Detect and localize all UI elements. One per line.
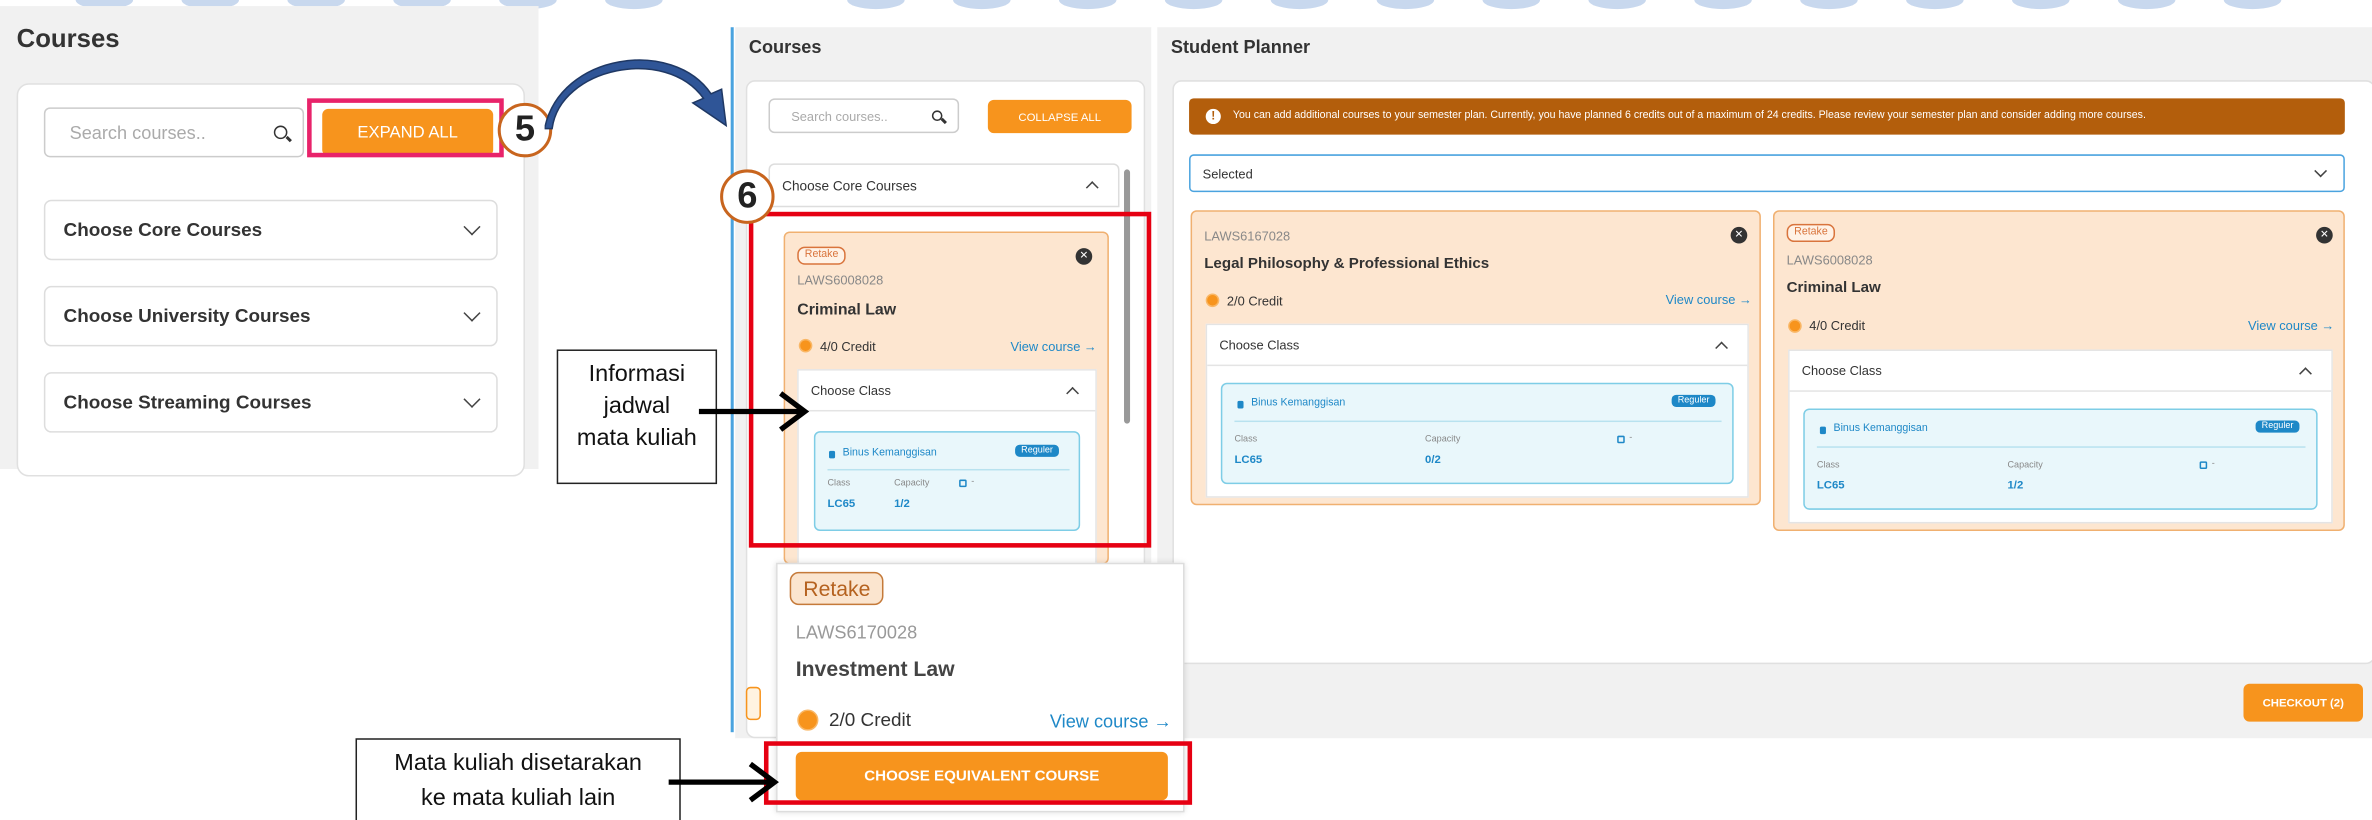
checkout-button[interactable]: CHECKOUT (2) bbox=[2243, 683, 2363, 722]
chevron-down-icon bbox=[463, 304, 481, 322]
view-course-link[interactable]: View course → bbox=[1666, 292, 1752, 307]
chevron-down-icon bbox=[463, 390, 481, 408]
left-courses-panel: Courses Search courses.. EXPAND ALL Choo… bbox=[0, 6, 539, 477]
accordion-streaming-courses[interactable]: Choose Streaming Courses bbox=[43, 372, 498, 433]
campus-name: Binus Kemanggisan bbox=[1833, 423, 1928, 435]
class-label: Class bbox=[1816, 461, 1840, 471]
close-icon[interactable]: ✕ bbox=[1730, 226, 1748, 244]
retake-badge: Retake bbox=[1786, 223, 1836, 243]
credit-icon bbox=[1788, 319, 1802, 333]
capacity-value: 0/2 bbox=[1425, 452, 1441, 466]
info-icon: ! bbox=[1205, 108, 1221, 125]
class-label: Class bbox=[1234, 435, 1258, 445]
accordion-core-courses-open[interactable]: Choose Core Courses bbox=[768, 163, 1120, 208]
alert-text: You can add additional courses to your s… bbox=[1232, 110, 2146, 122]
choose-class-section: Choose Class Binus Kemanggisan Reguler C… bbox=[1788, 349, 2333, 524]
search-icon bbox=[273, 125, 288, 140]
course-code: LAWS6008028 bbox=[1786, 252, 1873, 268]
chevron-up-icon bbox=[1085, 181, 1099, 195]
search-placeholder: Search courses.. bbox=[69, 121, 206, 143]
choose-class-label: Choose Class bbox=[1219, 337, 1300, 353]
retake-badge: Retake bbox=[789, 571, 885, 606]
equivalent-annotation-label: Mata kuliah disetarakan ke mata kuliah l… bbox=[355, 738, 681, 820]
curved-arrow bbox=[544, 59, 728, 130]
search-placeholder: Search courses.. bbox=[791, 108, 888, 124]
capacity-value: 1/2 bbox=[2007, 478, 2024, 492]
course-name: Legal Philosophy & Professional Ethics bbox=[1204, 255, 1490, 273]
chevron-up-icon bbox=[2299, 366, 2312, 380]
info-annotation-label: Informasi jadwal mata kuliah bbox=[556, 349, 718, 485]
accordion-core-courses[interactable]: Choose Core Courses bbox=[43, 199, 498, 261]
view-course-link[interactable]: View course → bbox=[1050, 711, 1172, 732]
planner-course-card-legal-philosophy: ✕ LAWS6167028 Legal Philosophy & Profess… bbox=[1190, 210, 1761, 506]
class-option[interactable]: Binus Kemanggisan Reguler Class Capacity… bbox=[1220, 382, 1734, 485]
planner-title: Student Planner bbox=[1170, 36, 1311, 58]
search-icon bbox=[931, 110, 943, 122]
step-6-marker: 6 bbox=[720, 169, 775, 224]
equivalent-arrow bbox=[668, 761, 779, 803]
extra-value: - bbox=[2211, 459, 2215, 469]
chevron-down-icon bbox=[463, 218, 481, 236]
collapse-all-button[interactable]: COLLAPSE ALL bbox=[987, 99, 1132, 134]
chevron-down-icon bbox=[2314, 163, 2328, 177]
accordion-label: Choose University Courses bbox=[63, 305, 311, 327]
divider bbox=[1816, 446, 2306, 448]
class-info-highlight-box bbox=[748, 211, 1152, 548]
equiv-line: Mata kuliah disetarakan bbox=[394, 750, 642, 777]
class-value: LC65 bbox=[1234, 452, 1263, 466]
semester-select[interactable]: Selected bbox=[1189, 154, 2345, 193]
choose-class-accordion[interactable]: Choose Class bbox=[1207, 325, 1748, 367]
extra-value: - bbox=[1629, 434, 1633, 444]
course-name: Investment Law bbox=[795, 656, 955, 681]
footer-partial-button bbox=[745, 686, 761, 721]
divider-line bbox=[730, 27, 734, 733]
course-code: LAWS6170028 bbox=[795, 621, 918, 643]
chevron-up-icon bbox=[1715, 340, 1728, 354]
course-code: LAWS6167028 bbox=[1204, 228, 1291, 244]
class-value: LC65 bbox=[1816, 478, 1845, 492]
search-input-mid[interactable]: Search courses.. bbox=[768, 98, 960, 134]
course-credit: 2/0 Credit bbox=[829, 709, 912, 731]
accordion-university-courses[interactable]: Choose University Courses bbox=[43, 285, 498, 347]
planner-course-card-criminal-law: Retake ✕ LAWS6008028 Criminal Law 4/0 Cr… bbox=[1773, 210, 2345, 531]
middle-panel-title: Courses bbox=[748, 36, 822, 58]
info-line: mata kuliah bbox=[576, 425, 697, 451]
reguler-tag: Reguler bbox=[1671, 394, 1716, 407]
info-arrow bbox=[698, 391, 810, 432]
lock-icon bbox=[2199, 461, 2208, 469]
search-input[interactable]: Search courses.. bbox=[43, 107, 305, 158]
select-value: Selected bbox=[1202, 165, 1253, 181]
credit-icon bbox=[797, 709, 819, 731]
info-line: jadwal bbox=[603, 393, 671, 420]
equiv-line: ke mata kuliah lain bbox=[421, 785, 616, 811]
credit-icon bbox=[1205, 293, 1220, 308]
expand-highlight-box bbox=[307, 98, 504, 158]
close-icon[interactable]: ✕ bbox=[2316, 226, 2333, 244]
alert-banner: ! You can add additional courses to your… bbox=[1189, 98, 2345, 135]
info-line: Informasi bbox=[588, 361, 686, 388]
location-icon bbox=[1819, 426, 1826, 435]
class-option[interactable]: Binus Kemanggisan Reguler Class Capacity… bbox=[1803, 408, 2318, 510]
reguler-tag: Reguler bbox=[2255, 420, 2300, 433]
capacity-label: Capacity bbox=[2007, 461, 2043, 471]
choose-class-label: Choose Class bbox=[1801, 363, 1882, 379]
choose-class-section: Choose Class Binus Kemanggisan Reguler C… bbox=[1205, 323, 1749, 498]
course-credit: 2/0 Credit bbox=[1226, 293, 1283, 309]
lock-icon bbox=[1617, 435, 1625, 444]
equivalent-highlight-box bbox=[763, 741, 1193, 805]
location-icon bbox=[1237, 400, 1244, 409]
accordion-label: Choose Core Courses bbox=[782, 177, 917, 193]
capacity-label: Capacity bbox=[1425, 435, 1461, 445]
accordion-label: Choose Streaming Courses bbox=[63, 391, 312, 413]
view-course-link[interactable]: View course → bbox=[2248, 318, 2334, 333]
campus-name: Binus Kemanggisan bbox=[1251, 397, 1346, 409]
course-name: Criminal Law bbox=[1786, 279, 1881, 297]
accordion-label: Choose Core Courses bbox=[63, 219, 263, 241]
course-credit: 4/0 Credit bbox=[1809, 317, 1866, 333]
choose-class-accordion[interactable]: Choose Class bbox=[1789, 350, 2332, 392]
left-panel-title: Courses bbox=[16, 24, 120, 53]
student-planner-panel: Student Planner ! You can add additional… bbox=[1157, 27, 2372, 739]
divider bbox=[1234, 420, 1722, 423]
